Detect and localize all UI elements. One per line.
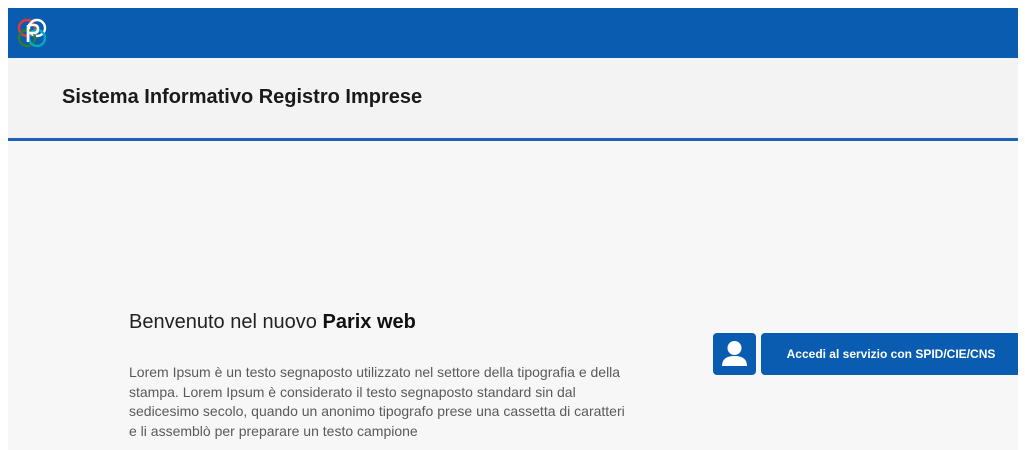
top-bar: [8, 8, 1018, 58]
login-icon-button[interactable]: [713, 333, 756, 375]
welcome-brand: Parix web: [322, 311, 416, 333]
welcome-prefix: Benvenuto nel nuovo: [129, 311, 317, 333]
spid-login-button[interactable]: Accedi al servizio con SPID/CIE/CNS: [761, 333, 1018, 375]
site-header: Sistema Informativo Registro Imprese: [8, 58, 1018, 141]
user-icon: [722, 341, 747, 366]
site-title: Sistema Informativo Registro Imprese: [62, 86, 423, 108]
page-frame: Sistema Informativo Registro Imprese Ben…: [8, 8, 1018, 450]
welcome-heading: Benvenuto nel nuovo Parix web: [129, 311, 416, 334]
parix-logo-icon[interactable]: [16, 17, 48, 49]
description-text: Lorem Ipsum è un testo segnaposto utiliz…: [129, 364, 625, 439]
